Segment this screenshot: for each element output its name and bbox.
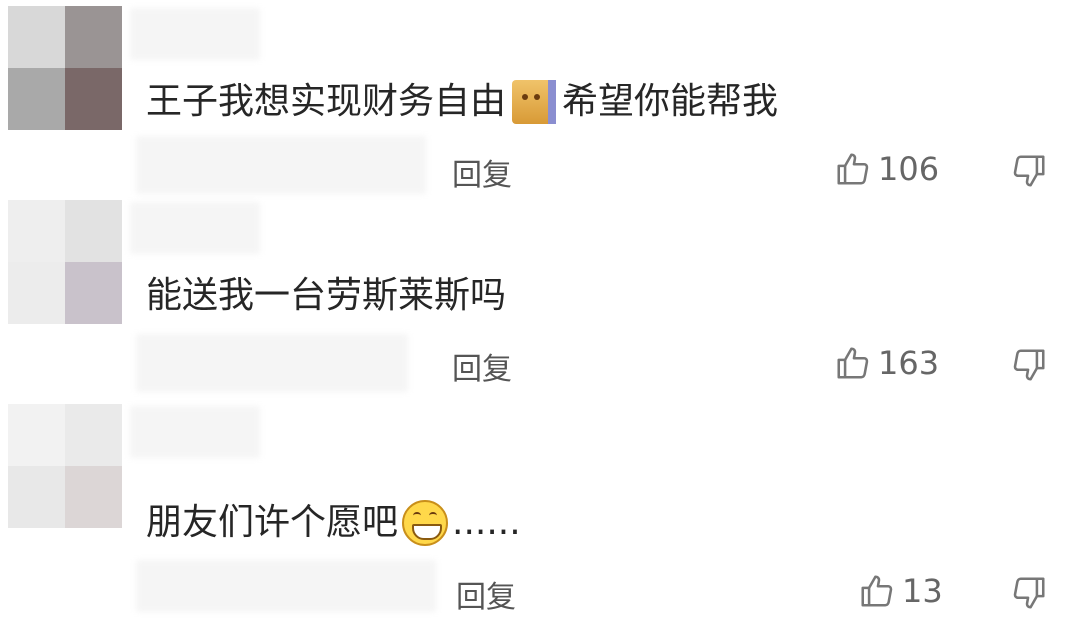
- timestamp-blurred: [136, 334, 408, 392]
- like-button[interactable]: 163: [834, 344, 939, 382]
- comment-text-part: 希望你能帮我: [562, 81, 779, 122]
- avatar[interactable]: [8, 200, 122, 324]
- username-blurred: [130, 8, 260, 60]
- comment-item: 王子我想实现财务自由 希望你能帮我 回复 106: [0, 0, 1080, 200]
- like-button[interactable]: 13: [858, 572, 943, 610]
- timestamp-blurred: [136, 560, 436, 612]
- reply-button[interactable]: 回复: [452, 344, 512, 388]
- comment-text-part: 王子我想实现财务自由: [146, 81, 507, 122]
- reply-button[interactable]: 回复: [456, 572, 516, 616]
- like-count: 163: [878, 344, 940, 382]
- timestamp-blurred: [136, 136, 426, 194]
- avatar[interactable]: [8, 404, 122, 528]
- username-blurred: [130, 202, 260, 254]
- dislike-button[interactable]: [1010, 346, 1048, 388]
- thumbs-up-icon: [837, 153, 869, 185]
- like-count: 106: [878, 150, 940, 188]
- comment-text: 王子我想实现财务自由 希望你能帮我: [146, 80, 778, 124]
- comment-text: 能送我一台劳斯莱斯吗: [146, 274, 506, 318]
- comment-item: 朋友们许个愿吧 ...... 回复 13: [0, 400, 1080, 615]
- comment-text: 朋友们许个愿吧 ......: [146, 500, 521, 546]
- thumbs-up-icon: [861, 575, 893, 607]
- reply-button[interactable]: 回复: [452, 150, 512, 194]
- username-blurred: [130, 406, 260, 458]
- like-button[interactable]: 106: [834, 150, 939, 188]
- grinning-emoji-icon: [402, 500, 449, 546]
- avatar[interactable]: [8, 6, 122, 130]
- thumbs-down-icon: [1013, 155, 1045, 187]
- comment-text-part: 能送我一台劳斯莱斯吗: [146, 275, 507, 316]
- cat-emoji-icon: [512, 80, 557, 124]
- dislike-button[interactable]: [1010, 152, 1048, 194]
- comment-text-part: 朋友们许个愿吧: [146, 502, 399, 543]
- comment-item: 能送我一台劳斯莱斯吗 回复 163: [0, 196, 1080, 396]
- thumbs-down-icon: [1013, 349, 1045, 381]
- dislike-button[interactable]: [1010, 574, 1048, 616]
- thumbs-up-icon: [837, 347, 869, 379]
- comment-text-part: ......: [452, 502, 521, 543]
- thumbs-down-icon: [1013, 577, 1045, 609]
- like-count: 13: [902, 572, 943, 610]
